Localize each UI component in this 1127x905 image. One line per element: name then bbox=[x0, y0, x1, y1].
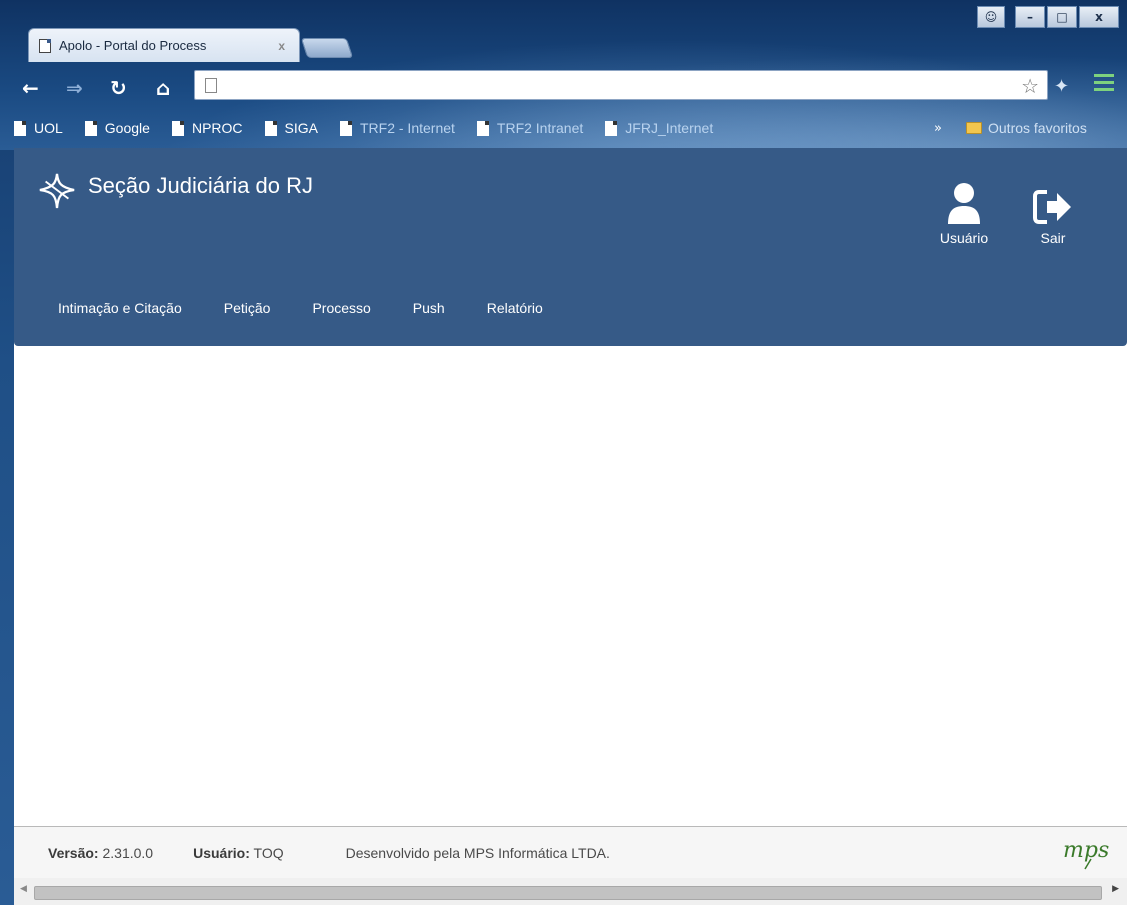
profile-button[interactable]: ☺ bbox=[977, 6, 1005, 28]
version-label: Versão: bbox=[48, 844, 99, 861]
page-icon bbox=[205, 78, 217, 93]
home-icon[interactable]: ⌂ bbox=[156, 78, 170, 98]
footer-user-label: Usuário: bbox=[193, 844, 250, 861]
user-info: Usuário: TOQ bbox=[193, 845, 284, 861]
bookmark-item[interactable]: TRF2 - Internet bbox=[339, 120, 455, 136]
page-icon bbox=[171, 120, 184, 136]
page-icon bbox=[476, 120, 489, 136]
logout-icon bbox=[1033, 190, 1071, 224]
bookmarks-bar: UOL Google NPROC SIGA TRF2 - Internet TRF2 In… bbox=[14, 114, 1127, 142]
bookmark-item[interactable]: UOL bbox=[14, 120, 63, 136]
bookmark-label: TRF2 Intranet bbox=[496, 120, 584, 136]
scrollbar-thumb[interactable] bbox=[34, 886, 1102, 900]
bookmark-item[interactable]: TRF2 Intranet bbox=[476, 120, 584, 136]
brand[interactable]: Seção Judiciária do RJ bbox=[38, 172, 313, 210]
forward-arrow-icon[interactable]: ⇒ bbox=[66, 78, 83, 98]
judiciary-logo-icon bbox=[39, 173, 75, 209]
version-value: 2.31.0.0 bbox=[102, 844, 154, 861]
nav-item-processo[interactable]: Processo bbox=[312, 300, 370, 316]
window-controls: ☺ – □ x bbox=[975, 6, 1119, 28]
back-arrow-icon[interactable]: ← bbox=[22, 78, 39, 98]
tab-title: Apolo - Portal do Process bbox=[59, 38, 207, 53]
logout-button[interactable]: Sair bbox=[1030, 176, 1076, 246]
browser-tab[interactable]: Apolo - Portal do Process x bbox=[28, 28, 300, 62]
bookmark-label: Google bbox=[104, 120, 150, 136]
nav-item-peticao[interactable]: Petição bbox=[224, 300, 271, 316]
page-icon bbox=[605, 120, 618, 136]
logout-label: Sair bbox=[1040, 230, 1066, 246]
user-label: Usuário bbox=[939, 230, 989, 246]
app-footer: Versão: 2.31.0.0 Usuário: TOQ Desenvolvi… bbox=[14, 826, 1127, 878]
web-page: Seção Judiciária do RJ Usuário Sair Inti… bbox=[14, 148, 1127, 905]
nav-item-intimacao[interactable]: Intimação e Citação bbox=[58, 300, 182, 316]
close-tab-icon[interactable]: x bbox=[278, 39, 285, 53]
page-icon bbox=[84, 120, 97, 136]
svg-text:mps: mps bbox=[1063, 838, 1109, 863]
app-title: Seção Judiciária do RJ bbox=[88, 173, 314, 198]
browser-toolbar: ← ⇒ ↻ ⌂ ☆ ✦ bbox=[14, 62, 1127, 114]
page-icon bbox=[264, 120, 277, 136]
bookmark-label: UOL bbox=[34, 120, 63, 136]
address-input[interactable] bbox=[225, 75, 1005, 97]
page-icon bbox=[339, 120, 352, 136]
extension-icon[interactable]: ✦ bbox=[1054, 76, 1069, 97]
bookmark-item[interactable]: NPROC bbox=[171, 120, 243, 136]
bookmark-item[interactable]: Google bbox=[84, 120, 150, 136]
bookmark-label: SIGA bbox=[284, 120, 318, 136]
folder-icon bbox=[966, 122, 982, 134]
bookmark-item[interactable]: JFRJ_Internet bbox=[605, 120, 713, 136]
scroll-left-icon[interactable]: ◀ bbox=[20, 884, 27, 894]
mps-logo: mps bbox=[1063, 838, 1109, 870]
bookmark-item[interactable]: SIGA bbox=[264, 120, 318, 136]
bookmark-label: JFRJ_Internet bbox=[625, 120, 714, 136]
footer-user-value: TOQ bbox=[253, 844, 284, 861]
main-nav: Intimação e Citação Petição Processo Pus… bbox=[58, 300, 585, 316]
bookmark-label: NPROC bbox=[191, 120, 243, 136]
bookmark-star-icon[interactable]: ☆ bbox=[1021, 74, 1039, 98]
bookmark-label: TRF2 - Internet bbox=[359, 120, 455, 136]
nav-item-push[interactable]: Push bbox=[413, 300, 445, 316]
minimize-button[interactable]: – bbox=[1015, 6, 1045, 28]
app-header: Seção Judiciária do RJ Usuário Sair Inti… bbox=[14, 148, 1127, 346]
developer-credit: Desenvolvido pela MPS Informática LTDA. bbox=[345, 844, 610, 861]
horizontal-scrollbar[interactable]: ◀ ▶ bbox=[14, 878, 1127, 905]
main-content bbox=[14, 346, 1127, 824]
close-window-button[interactable]: x bbox=[1079, 6, 1119, 28]
other-bookmarks-folder[interactable]: Outros favoritos bbox=[966, 120, 1087, 136]
scroll-right-icon[interactable]: ▶ bbox=[1112, 884, 1119, 894]
user-button[interactable]: Usuário bbox=[934, 176, 994, 246]
other-bookmarks-label: Outros favoritos bbox=[988, 120, 1087, 136]
menu-icon[interactable] bbox=[1094, 74, 1114, 95]
page-icon bbox=[39, 38, 51, 53]
version-info: Versão: 2.31.0.0 bbox=[48, 845, 153, 861]
browser-window: ☺ – □ x Apolo - Portal do Process x ← ⇒ … bbox=[0, 0, 1127, 905]
new-tab-button[interactable] bbox=[300, 38, 354, 58]
maximize-button[interactable]: □ bbox=[1047, 6, 1077, 28]
user-icon bbox=[948, 183, 980, 224]
nav-item-relatorio[interactable]: Relatório bbox=[487, 300, 543, 316]
address-bar[interactable]: ☆ bbox=[194, 70, 1048, 100]
page-icon bbox=[14, 120, 26, 136]
reload-icon[interactable]: ↻ bbox=[110, 78, 127, 98]
bookmarks-more-icon[interactable]: » bbox=[934, 121, 942, 136]
